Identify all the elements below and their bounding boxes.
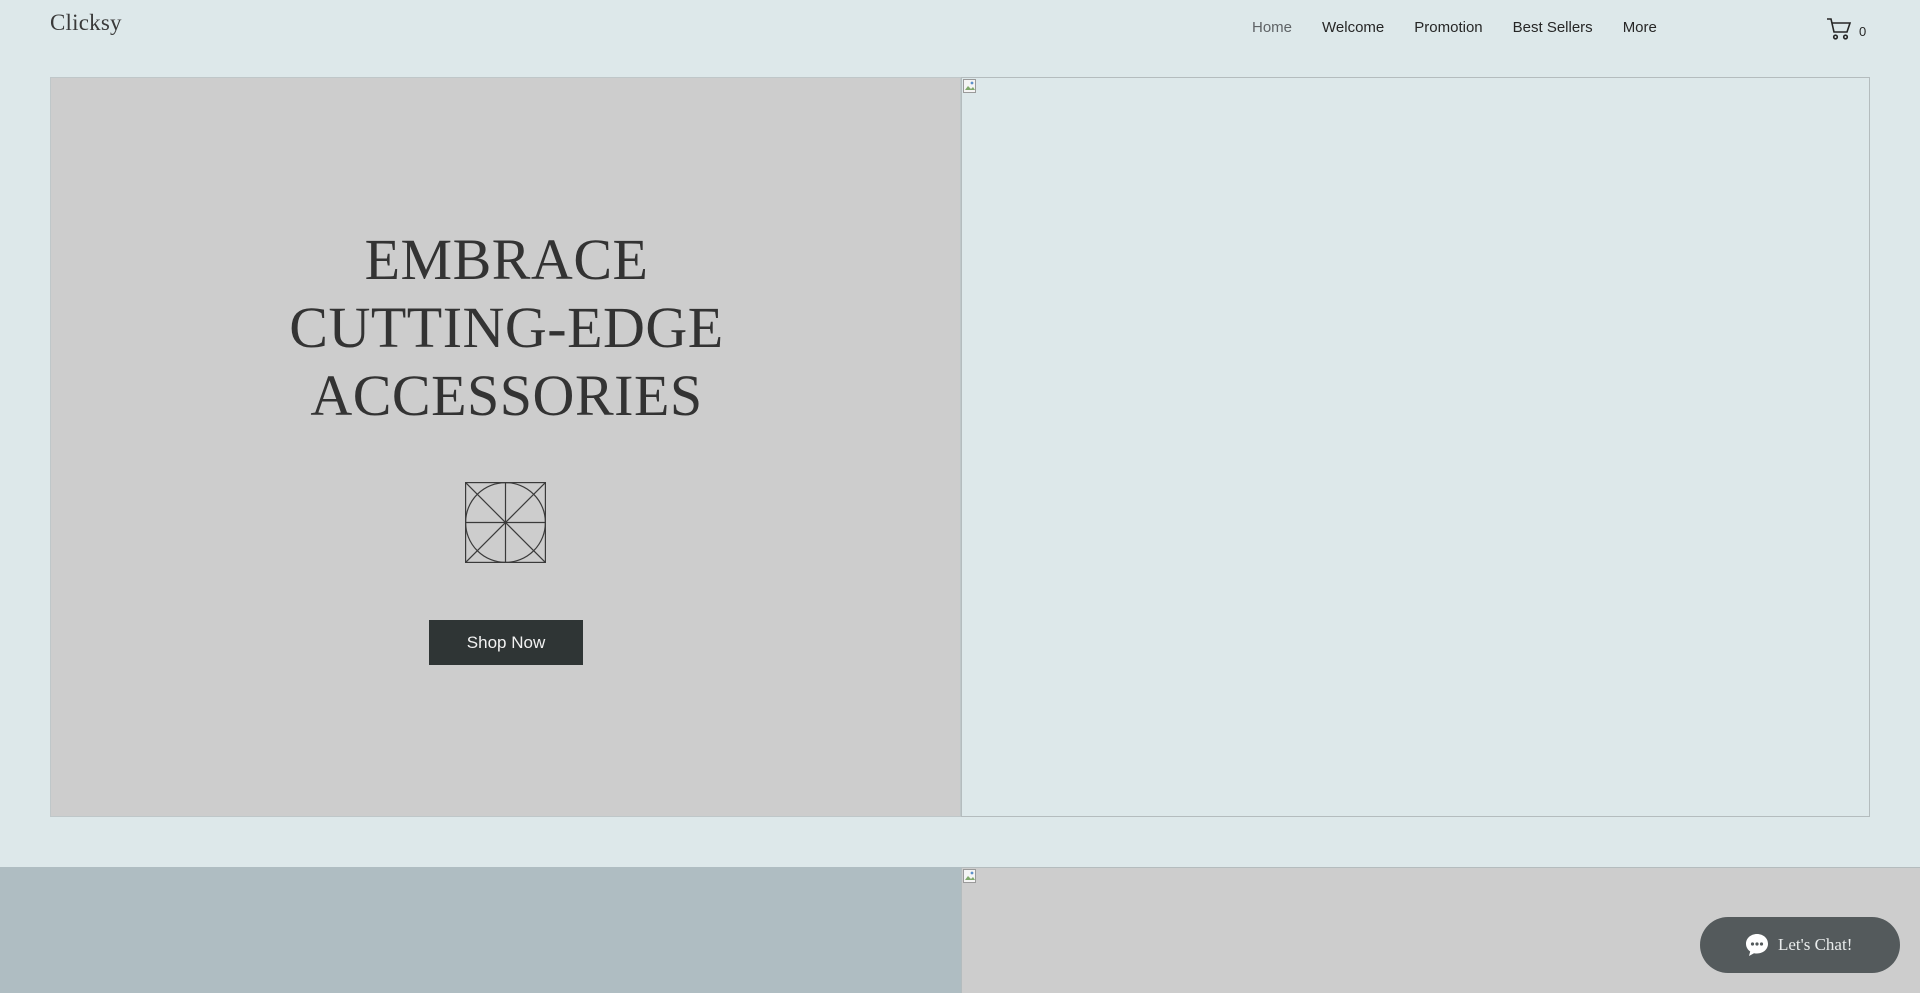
- hero-image: [961, 77, 1870, 817]
- chat-bubble-icon: [1746, 934, 1768, 956]
- nav-item-more[interactable]: More: [1623, 19, 1657, 36]
- site-header: Clicksy Home Welcome Promotion Best Sell…: [0, 0, 1920, 60]
- site-logo[interactable]: Clicksy: [50, 10, 122, 36]
- nav-item-promotion[interactable]: Promotion: [1414, 19, 1482, 36]
- headline-line: CUTTING-EDGE: [289, 295, 724, 360]
- cart-icon: [1826, 17, 1852, 46]
- page: Clicksy Home Welcome Promotion Best Sell…: [0, 0, 1920, 993]
- broken-image-icon: [963, 79, 976, 93]
- chat-button[interactable]: Let's Chat!: [1700, 917, 1900, 973]
- geometric-emblem-icon: [465, 482, 546, 563]
- shop-now-button[interactable]: Shop Now: [429, 620, 583, 665]
- section2-text-panel: [0, 867, 961, 993]
- hero-text-panel: EMBRACE CUTTING-EDGE ACCESSORIES Shop No…: [50, 77, 961, 817]
- nav-item-welcome[interactable]: Welcome: [1322, 19, 1384, 36]
- broken-image-icon: [963, 869, 976, 883]
- chat-label: Let's Chat!: [1778, 935, 1853, 954]
- cart-count: 0: [1859, 24, 1867, 39]
- hero-section: EMBRACE CUTTING-EDGE ACCESSORIES Shop No…: [50, 77, 1870, 817]
- headline-line: EMBRACE: [364, 227, 649, 292]
- cart-button[interactable]: 0: [1826, 17, 1866, 46]
- hero-headline: EMBRACE CUTTING-EDGE ACCESSORIES: [51, 226, 962, 430]
- nav-item-home[interactable]: Home: [1252, 19, 1292, 36]
- headline-line: ACCESSORIES: [310, 363, 703, 428]
- nav-item-best-sellers[interactable]: Best Sellers: [1513, 19, 1593, 36]
- main-nav: Home Welcome Promotion Best Sellers More: [1252, 19, 1687, 36]
